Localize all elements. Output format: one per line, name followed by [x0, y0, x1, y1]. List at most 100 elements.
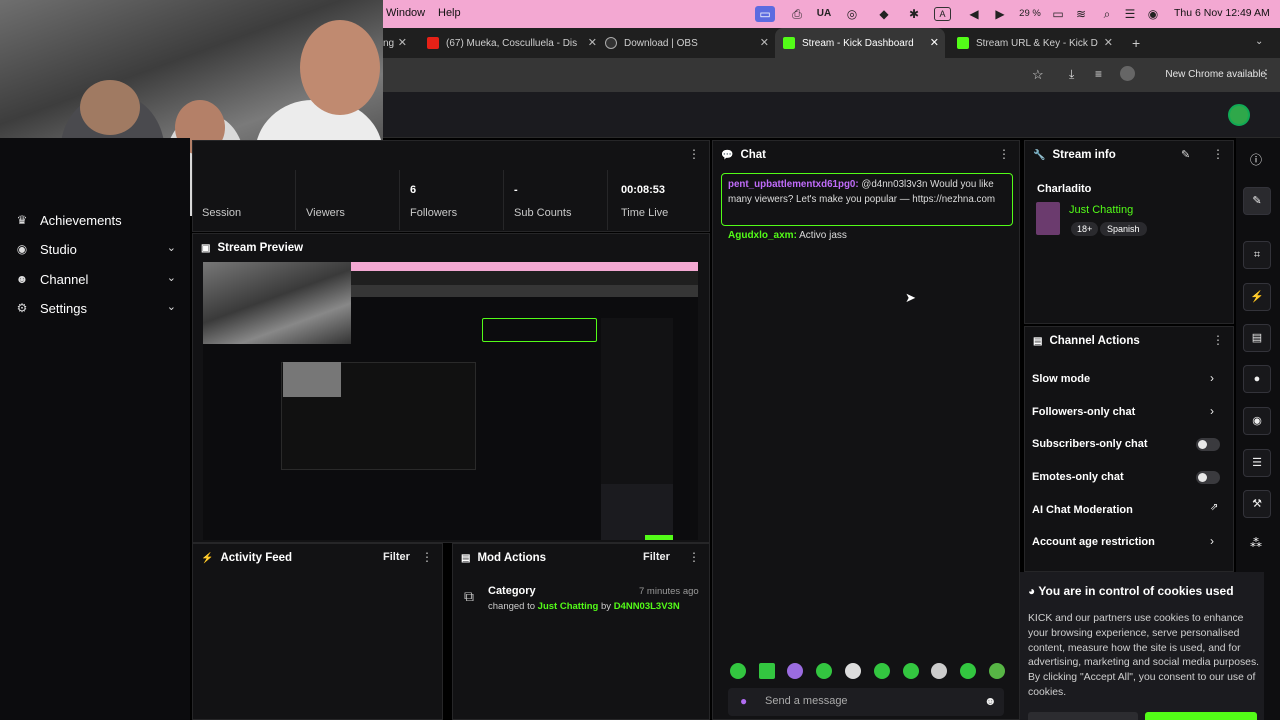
external-link-icon[interactable]: ⇗ — [1210, 502, 1218, 513]
profile-icon[interactable] — [1120, 66, 1135, 81]
sidebar-item-settings[interactable]: ⚙ Settings ⌄ — [0, 293, 190, 323]
close-icon[interactable]: ✕ — [930, 36, 939, 49]
close-icon[interactable]: ✕ — [398, 36, 407, 49]
menu-help[interactable]: Help — [438, 7, 461, 19]
stream-info-header: 🔧 Stream info — [1025, 141, 1233, 169]
emote-icon[interactable] — [787, 663, 803, 679]
chevron-right-icon[interactable]: › — [1210, 534, 1214, 548]
kebab-menu-icon[interactable]: ⋮ — [1212, 147, 1224, 161]
play-icon[interactable]: ▶ — [992, 6, 1008, 22]
emote-icon[interactable] — [730, 663, 746, 679]
siri-icon[interactable]: ◉ — [1145, 6, 1161, 22]
kebab-menu-icon[interactable]: ⋮ — [421, 550, 433, 564]
panel-title: Mod Actions — [477, 552, 547, 564]
user-avatar[interactable] — [1228, 104, 1250, 126]
dropbox-icon[interactable]: ◆ — [876, 6, 892, 22]
tab-kick-stream-key[interactable]: Stream URL & Key - Kick Das ✕ — [957, 28, 1119, 58]
tab-search-icon[interactable]: ⌄ — [1255, 36, 1263, 47]
mod-action-category[interactable]: Just Chatting — [538, 601, 599, 612]
sidebar-item-studio[interactable]: ◉ Studio ⌄ — [0, 234, 190, 264]
chevron-right-icon[interactable]: › — [1210, 371, 1214, 385]
chat-message[interactable]: Agudxlo_axm: Activo jass — [728, 230, 847, 241]
stream-preview-video[interactable] — [203, 262, 698, 540]
chat-message[interactable]: pent_upbattlementxd61pg0: @d4nn03l3v3n W… — [721, 173, 1013, 226]
keyboard-layout[interactable]: UA — [816, 6, 832, 22]
bluetooth-icon[interactable]: ✱ — [906, 6, 922, 22]
close-icon[interactable]: ✕ — [588, 36, 597, 49]
wrench-icon[interactable]: ⚒ — [1243, 490, 1271, 518]
edit-icon[interactable]: ✎ — [1243, 187, 1271, 215]
kebab-menu-icon[interactable]: ⋮ — [1260, 67, 1272, 81]
tab-kick-dashboard[interactable]: Stream - Kick Dashboard ✕ — [775, 28, 945, 58]
accept-all-button[interactable] — [1145, 712, 1257, 720]
chat-input[interactable]: ● Send a message ☻ — [728, 688, 1004, 716]
stat-session: Session — [192, 170, 296, 230]
lightning-icon[interactable]: ⚡ — [1243, 283, 1271, 311]
stat-label: Sub Counts — [514, 207, 572, 219]
emote-icon[interactable] — [845, 663, 861, 679]
control-center-icon[interactable]: ☰ — [1122, 6, 1138, 22]
new-tab-button[interactable]: + — [1132, 35, 1140, 51]
screenshot-icon[interactable]: ⌗ — [1243, 241, 1271, 269]
volume-icon[interactable]: ◀ — [966, 6, 982, 22]
emote-icon[interactable] — [960, 663, 976, 679]
battery-icon[interactable]: ▭ — [1047, 6, 1069, 22]
broadcast-icon[interactable]: ◉ — [1243, 407, 1271, 435]
input-source-icon[interactable]: A — [934, 7, 951, 21]
layout-icon[interactable]: ☰ — [1243, 449, 1271, 477]
bookmark-star-icon[interactable]: ☆ — [1032, 67, 1044, 83]
emote-icon[interactable] — [816, 663, 832, 679]
cookie-settings-button[interactable] — [1028, 712, 1138, 720]
tab-fragment[interactable]: ng ✕ — [383, 28, 413, 58]
download-icon[interactable]: ⤓ — [1069, 67, 1074, 82]
display-icon[interactable]: ▭ — [755, 6, 775, 22]
emoji-icon[interactable]: ☻ — [984, 694, 997, 708]
sync-icon[interactable]: ◎ — [844, 6, 860, 22]
emote-icon[interactable] — [759, 663, 775, 679]
browser-toolbar: ☆ ⤓ ≡ New Chrome available ⋮ — [383, 58, 1280, 92]
chat-bubble-icon[interactable]: ● — [1243, 365, 1271, 393]
emote-icon[interactable] — [989, 663, 1005, 679]
close-icon[interactable]: ✕ — [760, 36, 769, 49]
search-icon[interactable]: ⌕ — [1099, 6, 1115, 22]
media-control-icon[interactable]: ≡ — [1095, 67, 1102, 81]
apps-icon[interactable]: ⁂ — [1250, 536, 1262, 550]
sidebar-item-channel[interactable]: ☻ Channel ⌄ — [0, 264, 190, 294]
microphone-icon[interactable]: ● — [740, 694, 747, 708]
emote-icon[interactable] — [903, 663, 919, 679]
slow-mode-row[interactable]: Slow mode — [1032, 373, 1090, 385]
kebab-menu-icon[interactable]: ⋮ — [688, 550, 700, 564]
chat-username[interactable]: Agudxlo_axm: — [728, 230, 797, 241]
info-icon[interactable]: ⓘ — [1250, 151, 1262, 168]
chevron-down-icon: ⌄ — [166, 272, 176, 284]
clipboard-icon[interactable]: ▤ — [1243, 324, 1271, 352]
kebab-menu-icon[interactable]: ⋮ — [1212, 333, 1224, 347]
emote-icon[interactable] — [874, 663, 890, 679]
edit-icon[interactable]: ✎ — [1181, 148, 1190, 161]
stream-category[interactable]: Just Chatting — [1069, 204, 1133, 216]
filter-button[interactable]: Filter — [643, 551, 670, 563]
new-chrome-available[interactable]: New Chrome available — [1165, 69, 1266, 80]
wifi-icon[interactable]: ≋ — [1073, 6, 1089, 22]
chat-input-placeholder: Send a message — [765, 695, 848, 707]
filter-button[interactable]: Filter — [383, 551, 410, 563]
kebab-menu-icon[interactable]: ⋮ — [688, 147, 700, 161]
tab-obs[interactable]: Download | OBS ✕ — [605, 28, 775, 58]
kebab-menu-icon[interactable]: ⋮ — [998, 147, 1010, 161]
preview-accept-button — [645, 535, 673, 540]
emote-icon[interactable] — [931, 663, 947, 679]
chevron-right-icon[interactable]: › — [1210, 404, 1214, 418]
followers-only-row[interactable]: Followers-only chat — [1032, 406, 1135, 418]
sidebar-item-achievements[interactable]: ♛ Achievements — [0, 205, 190, 235]
ai-chat-moderation-row[interactable]: AI Chat Moderation — [1032, 504, 1133, 516]
tab-youtube[interactable]: (67) Mueka, Cosculluela - Dis ✕ — [427, 28, 603, 58]
panel-title: Stream Preview — [217, 242, 304, 254]
account-age-row[interactable]: Account age restriction — [1032, 536, 1155, 548]
emotes-only-toggle[interactable] — [1196, 471, 1220, 484]
menu-window[interactable]: Window — [386, 7, 425, 19]
mod-action-user[interactable]: D4NN03L3V3N — [614, 601, 680, 612]
subscribers-only-toggle[interactable] — [1196, 438, 1220, 451]
chat-username[interactable]: pent_upbattlementxd61pg0: — [728, 179, 859, 190]
printer-icon[interactable]: ⎙ — [789, 6, 805, 22]
close-icon[interactable]: ✕ — [1104, 36, 1113, 49]
